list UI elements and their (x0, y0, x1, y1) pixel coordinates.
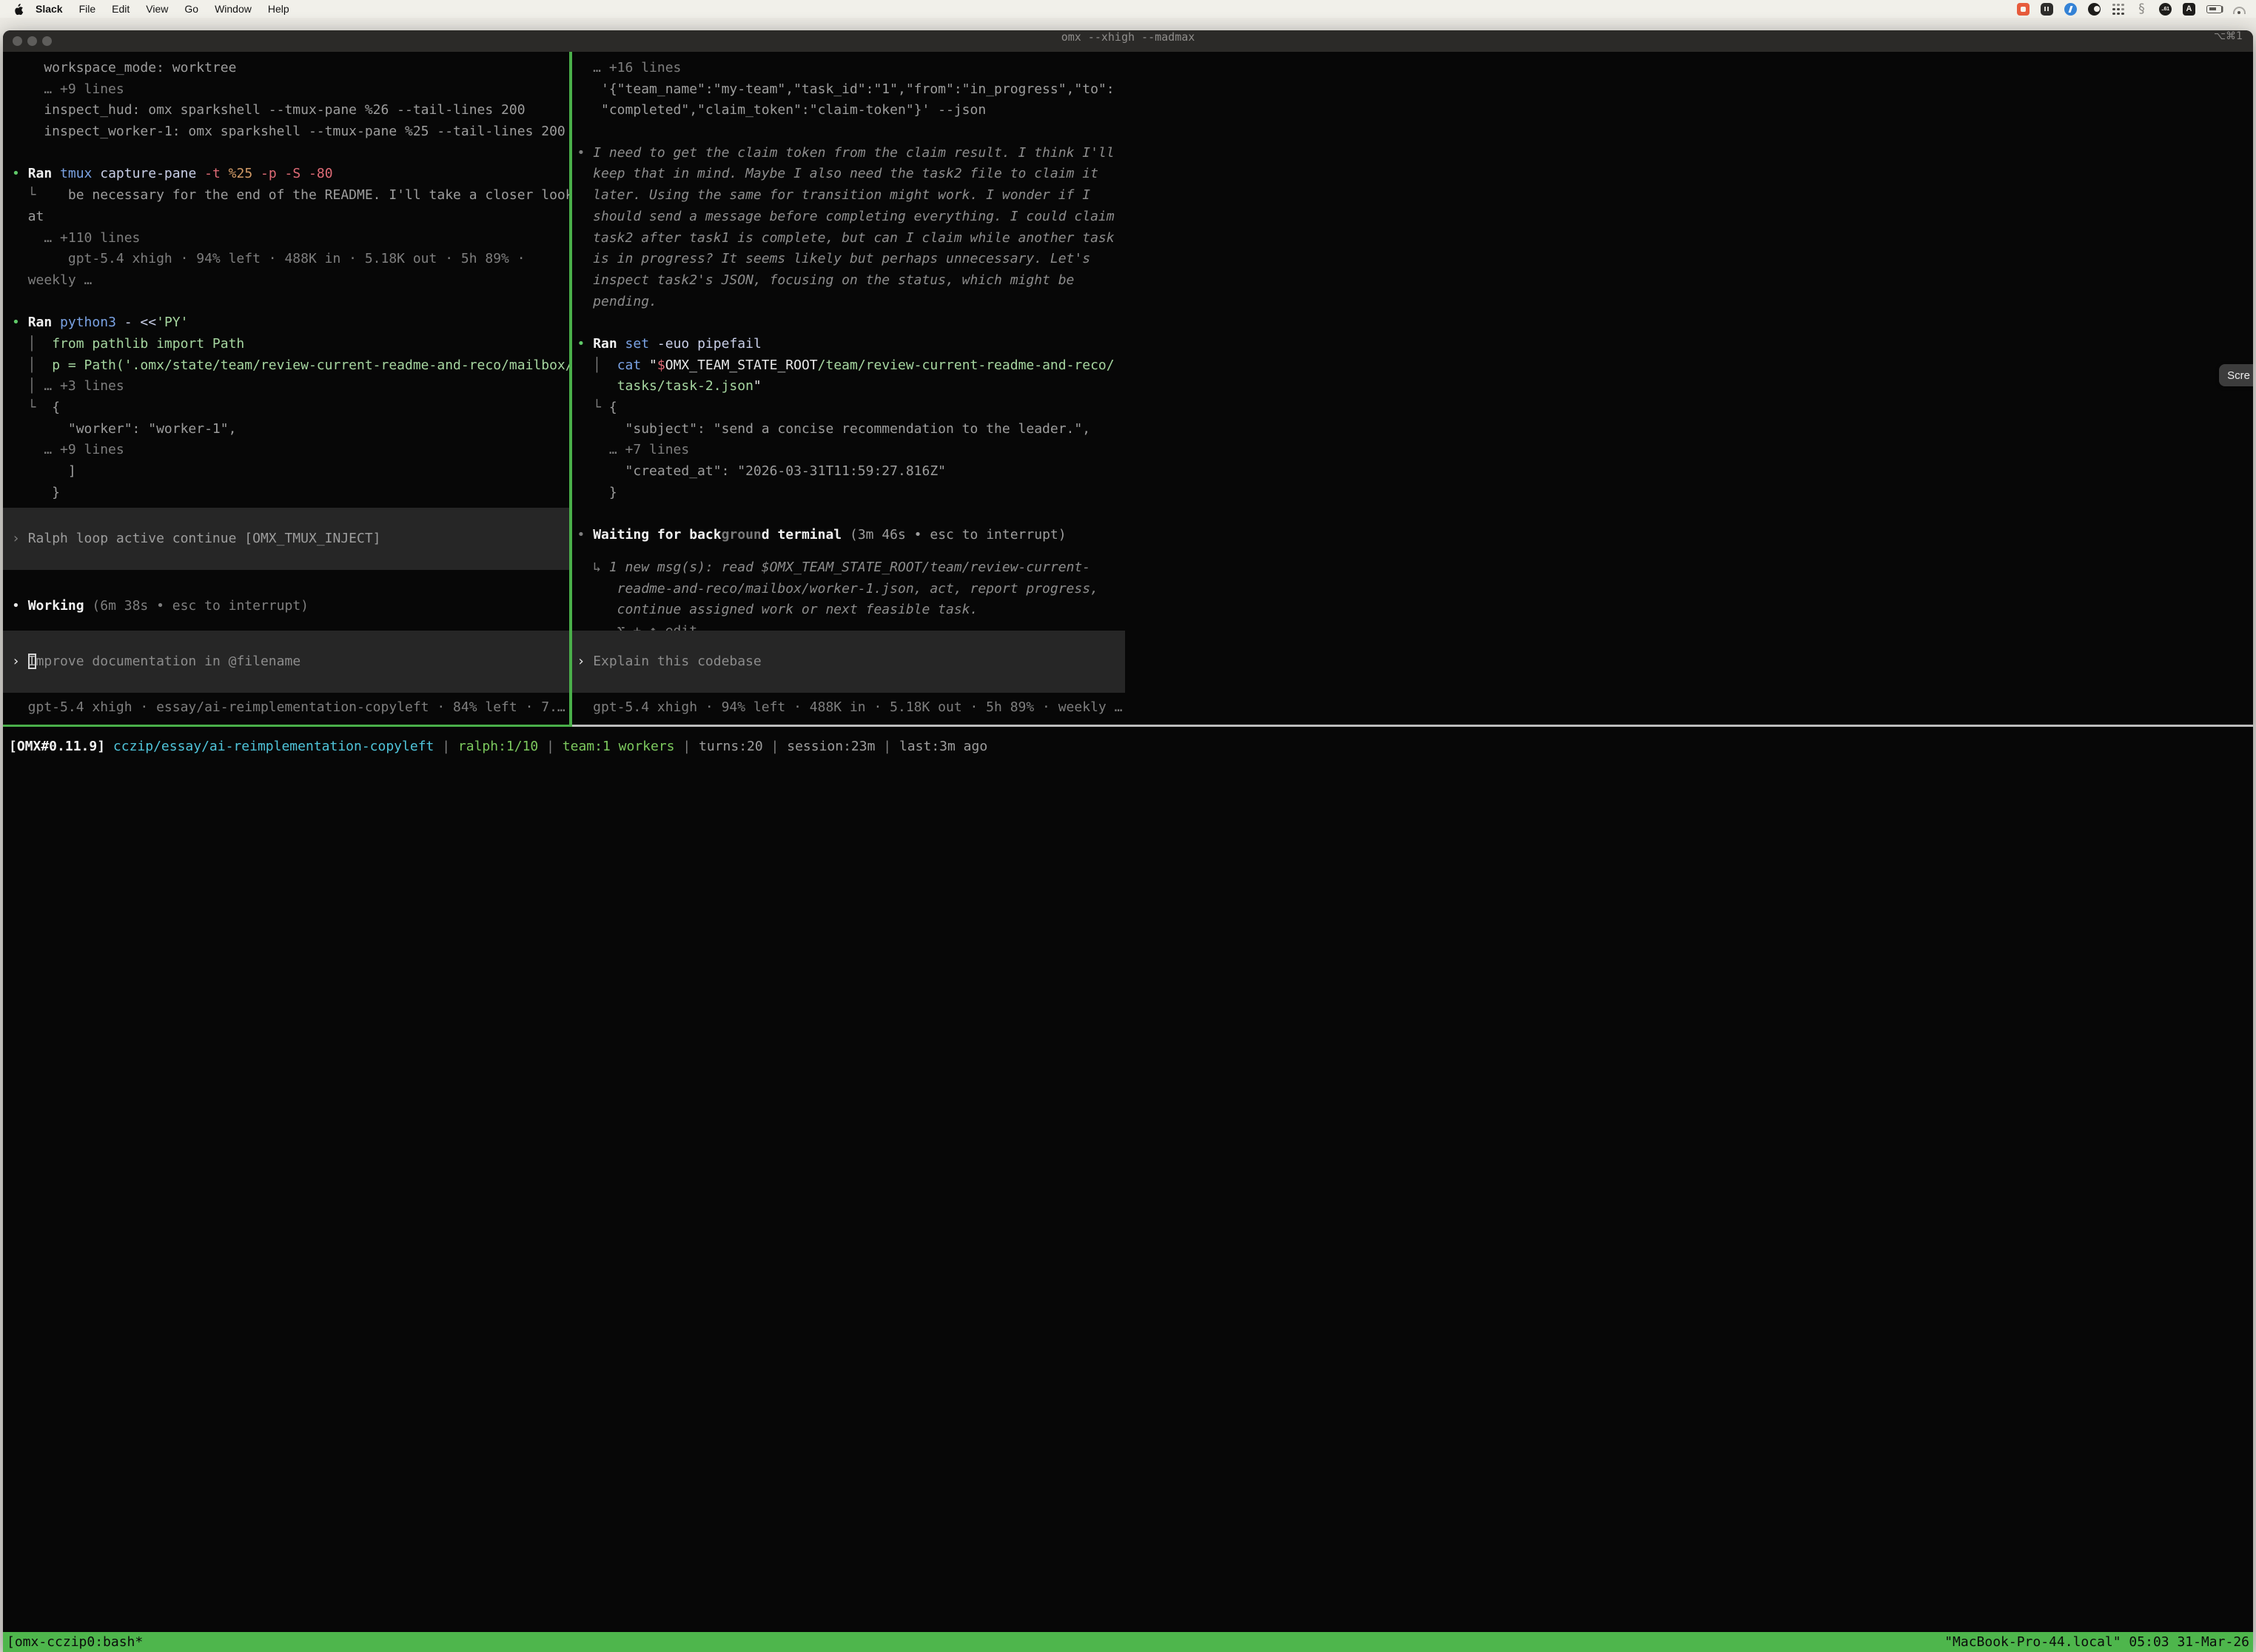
menu-item-help[interactable]: Help (260, 3, 298, 15)
terminal-line: } (12, 483, 569, 504)
terminal-line: └ { (12, 397, 569, 419)
terminal-line: readme-and-reco/mailbox/worker-1.json, a… (577, 579, 1126, 600)
terminal-content: workspace_mode: worktree … +9 lines insp… (3, 52, 2253, 1632)
right-pane[interactable]: … +16 lines '{"team_name":"my-team","tas… (572, 52, 1126, 725)
terminal-line: inspect_worker-1: omx sparkshell --tmux-… (12, 121, 569, 143)
badge-61-icon[interactable]: ..61 (2159, 3, 2172, 16)
terminal-line: │ p = Path('.omx/state/team/review-curre… (12, 355, 569, 377)
menu-item-window[interactable]: Window (207, 3, 260, 15)
terminal-line: │ … +3 lines (12, 376, 569, 397)
terminal-line: "subject": "send a concise recommendatio… (577, 419, 1124, 440)
terminal-line: continue assigned work or next feasible … (577, 600, 1126, 621)
menu-item-edit[interactable]: Edit (104, 3, 138, 15)
terminal-line: is in progress? It seems likely but perh… (577, 249, 1124, 270)
terminal-line (12, 143, 569, 164)
terminal-line: "worker": "worker-1", (12, 419, 569, 440)
terminal-line: } (577, 483, 1124, 504)
left-session-status: gpt-5.4 xhigh · essay/ai-reimplementatio… (3, 697, 569, 719)
left-pane[interactable]: workspace_mode: worktree … +9 lines insp… (3, 52, 569, 725)
terminal-line: … +110 lines (12, 228, 569, 249)
terminal-line: … +16 lines (577, 58, 1124, 79)
terminal-line: keep that in mind. Maybe I also need the… (577, 164, 1124, 185)
left-scrollback: workspace_mode: worktree … +9 lines insp… (12, 58, 569, 503)
terminal-line: │ cat "$OMX_TEAM_STATE_ROOT/team/review-… (577, 355, 1124, 377)
terminal-line: … +9 lines (12, 79, 569, 101)
terminal-line: • Working (6m 38s • esc to interrupt) (12, 596, 569, 617)
menu-item-slack[interactable]: Slack (27, 3, 71, 15)
screenshot-tooltip: Scre (2219, 364, 2253, 386)
terminal-line: • I need to get the claim token from the… (577, 143, 1124, 164)
menu-item-go[interactable]: Go (176, 3, 207, 15)
window-title: omx --xhigh --madmax (3, 30, 2253, 52)
terminal-line: • Ran set -euo pipefail (577, 334, 1124, 355)
battery-icon[interactable] (2206, 5, 2222, 13)
left-prompt-input[interactable]: › Improve documentation in @filename (3, 631, 569, 693)
terminal-line: later. Using the same for transition mig… (577, 185, 1124, 206)
terminal-line (12, 292, 569, 313)
right-scrollback: … +16 lines '{"team_name":"my-team","tas… (577, 58, 1124, 503)
terminal-line: • Waiting for background terminal (3m 46… (577, 525, 1126, 546)
terminal-line: "completed","claim_token":"claim-token"}… (577, 100, 1124, 121)
window-titlebar[interactable]: omx --xhigh --madmax ⌥⌘1 (3, 30, 2253, 53)
terminal-line (577, 312, 1124, 334)
active-pane-border (3, 725, 572, 727)
privacy-shield-icon[interactable] (2041, 3, 2053, 16)
terminal-line: should send a message before completing … (577, 206, 1124, 228)
terminal-line: task2 after task1 is complete, but can I… (577, 228, 1124, 249)
terminal-line: workspace_mode: worktree (12, 58, 569, 79)
menubar-status-icons: § ..61 A (2017, 3, 2246, 16)
ralph-loop-band: › Ralph loop active continue [OMX_TMUX_I… (3, 508, 569, 570)
working-status-line: • Working (6m 38s • esc to interrupt) (3, 596, 569, 617)
moon-circle-icon[interactable] (2088, 3, 2101, 16)
hook-icon[interactable]: § (2135, 3, 2148, 16)
terminal-line: … +9 lines (12, 440, 569, 461)
terminal-line: pending. (577, 292, 1124, 313)
terminal-line: "created_at": "2026-03-31T11:59:27.816Z" (577, 461, 1124, 483)
terminal-line: '{"team_name":"my-team","task_id":"1","f… (577, 79, 1124, 101)
tmux-status-bar: [omx-cczip0:bash* "MacBook-Pro-44.local"… (3, 1632, 2253, 1652)
tmux-host-clock: "MacBook-Pro-44.local" 05:03 31-Mar-26 (1944, 1634, 2249, 1650)
terminal-line: │ from pathlib import Path (12, 334, 569, 355)
terminal-line: at (12, 206, 569, 228)
dots-grid-icon[interactable] (2112, 3, 2124, 16)
terminal-line: [OMX#0.11.9] cczip/essay/ai-reimplementa… (9, 736, 2253, 758)
terminal-line: └ { (577, 397, 1124, 419)
menu-item-file[interactable]: File (71, 3, 104, 15)
terminal-line (577, 121, 1124, 143)
terminal-line: • Ran python3 - <<'PY' (12, 312, 569, 334)
terminal-line: ↳ 1 new msg(s): read $OMX_TEAM_STATE_ROO… (577, 557, 1126, 579)
right-prompt-input[interactable]: › Explain this codebase (572, 631, 1126, 693)
terminal-line: └ be necessary for the end of the README… (12, 185, 569, 206)
menu-item-view[interactable]: View (138, 3, 176, 15)
tmux-session-name: [omx-cczip0:bash* (7, 1634, 143, 1650)
terminal-line: › Improve documentation in @filename (3, 651, 301, 673)
window-shortcut-hint: ⌥⌘1 (2214, 30, 2243, 52)
terminal-line: inspect task2's JSON, focusing on the st… (577, 270, 1124, 292)
sync-badge-icon[interactable] (2064, 3, 2077, 16)
menu-items: SlackFileEditViewGoWindowHelp (27, 3, 298, 15)
menu-bar: SlackFileEditViewGoWindowHelp § ..61 A (0, 0, 2256, 18)
terminal-window: omx --xhigh --madmax ⌥⌘1 workspace_mode:… (3, 30, 2253, 1652)
terminal-line: gpt-5.4 xhigh · 94% left · 488K in · 5.1… (12, 249, 569, 270)
terminal-line: tasks/task-2.json" (577, 376, 1124, 397)
input-source-icon[interactable]: A (2183, 3, 2195, 16)
apple-menu-icon[interactable] (13, 3, 24, 16)
terminal-line: › Explain this codebase (572, 651, 762, 673)
waiting-status-line: • Waiting for background terminal (3m 46… (572, 525, 1126, 546)
inactive-pane-border (572, 725, 2254, 727)
terminal-line: inspect_hud: omx sparkshell --tmux-pane … (12, 100, 569, 121)
mailbox-message-lines: ↳ 1 new msg(s): read $OMX_TEAM_STATE_ROO… (572, 557, 1126, 642)
terminal-line: gpt-5.4 xhigh · 94% left · 488K in · 5.1… (577, 697, 1126, 719)
terminal-line: • Ran tmux capture-pane -t %25 -p -S -80 (12, 164, 569, 185)
omx-hud-statusline: [OMX#0.11.9] cczip/essay/ai-reimplementa… (9, 736, 2253, 758)
terminal-line: › Ralph loop active continue [OMX_TMUX_I… (3, 528, 381, 550)
terminal-line: gpt-5.4 xhigh · essay/ai-reimplementatio… (12, 697, 569, 719)
screen-record-icon[interactable] (2017, 3, 2030, 16)
right-session-status: gpt-5.4 xhigh · 94% left · 488K in · 5.1… (572, 697, 1126, 719)
terminal-line: … +7 lines (577, 440, 1124, 461)
wifi-icon[interactable] (2233, 3, 2246, 16)
terminal-line: ] (12, 461, 569, 483)
terminal-line: weekly … (12, 270, 569, 292)
